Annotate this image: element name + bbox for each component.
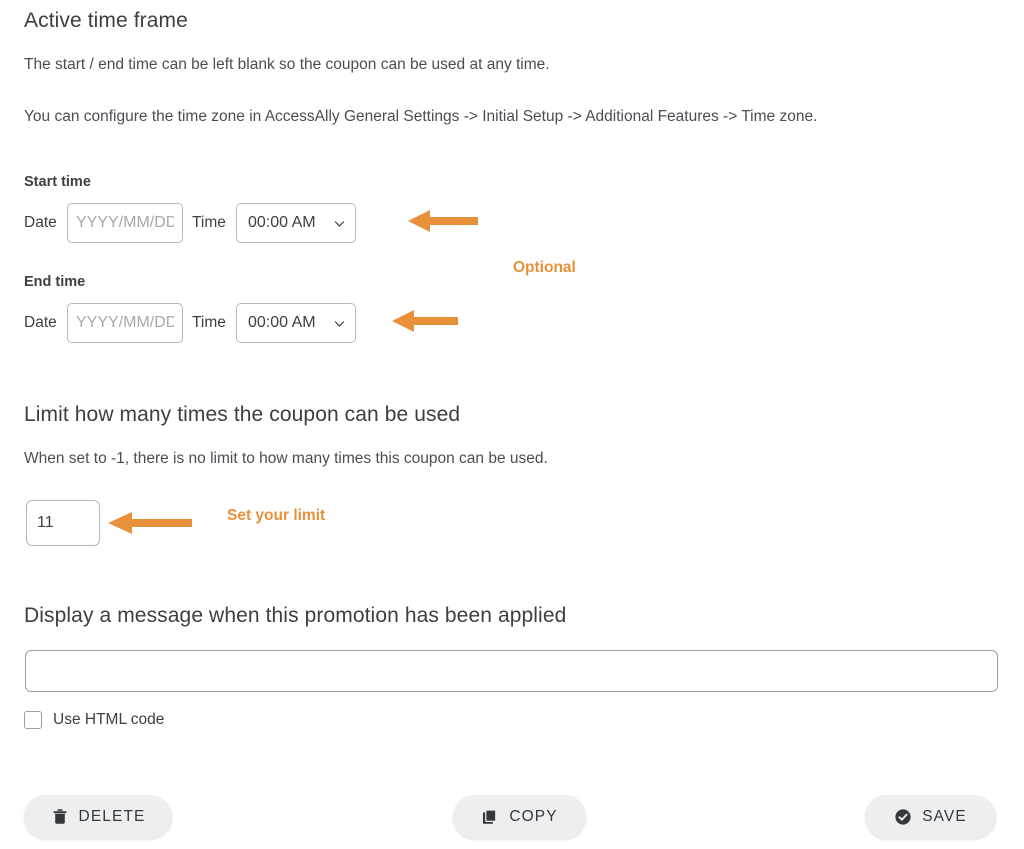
save-button-label: SAVE <box>922 808 967 825</box>
limit-title: Limit how many times the coupon can be u… <box>24 403 461 426</box>
coupon-settings-page: Active time frame The start / end time c… <box>0 0 1024 849</box>
use-html-code-row[interactable]: Use HTML code <box>24 711 164 729</box>
message-title: Display a message when this promotion ha… <box>24 604 567 627</box>
end-time-time-value: 00:00 AM <box>248 314 316 331</box>
start-time-label: Start time <box>24 174 91 190</box>
limit-input[interactable] <box>26 500 100 546</box>
save-button[interactable]: SAVE <box>865 795 996 839</box>
delete-button[interactable]: DELETE <box>24 795 172 839</box>
start-time-time-select[interactable]: 00:00 AM <box>236 203 356 243</box>
delete-button-label: DELETE <box>78 808 146 825</box>
use-html-code-checkbox[interactable] <box>24 711 42 729</box>
start-time-date-label: Date <box>24 214 57 231</box>
active-time-frame-description-2: You can configure the time zone in Acces… <box>24 108 818 125</box>
copy-button[interactable]: COPY <box>453 795 586 839</box>
annotation-arrow-start-time <box>408 210 478 232</box>
active-time-frame-description-1: The start / end time can be left blank s… <box>24 56 550 73</box>
limit-description: When set to -1, there is no limit to how… <box>24 450 548 467</box>
copy-icon <box>483 809 497 824</box>
message-input[interactable] <box>25 650 998 692</box>
start-time-time-value: 00:00 AM <box>248 214 316 231</box>
end-time-date-input[interactable] <box>67 303 183 343</box>
set-your-limit-annotation: Set your limit <box>227 507 326 524</box>
start-time-date-input[interactable] <box>67 203 183 243</box>
use-html-code-label: Use HTML code <box>53 711 165 728</box>
active-time-frame-title: Active time frame <box>24 9 188 32</box>
start-time-time-label: Time <box>192 214 226 231</box>
end-time-date-label: Date <box>24 314 57 331</box>
end-time-time-label: Time <box>192 314 226 331</box>
annotation-arrow-limit <box>108 512 192 534</box>
end-time-time-select[interactable]: 00:00 AM <box>236 303 356 343</box>
chevron-down-icon <box>334 320 345 327</box>
check-circle-icon <box>895 809 911 825</box>
trash-icon <box>53 809 66 824</box>
optional-annotation: Optional <box>513 259 576 276</box>
end-time-label: End time <box>24 274 86 290</box>
annotation-arrow-end-time <box>392 310 458 332</box>
chevron-down-icon <box>334 220 345 227</box>
copy-button-label: COPY <box>509 808 558 825</box>
